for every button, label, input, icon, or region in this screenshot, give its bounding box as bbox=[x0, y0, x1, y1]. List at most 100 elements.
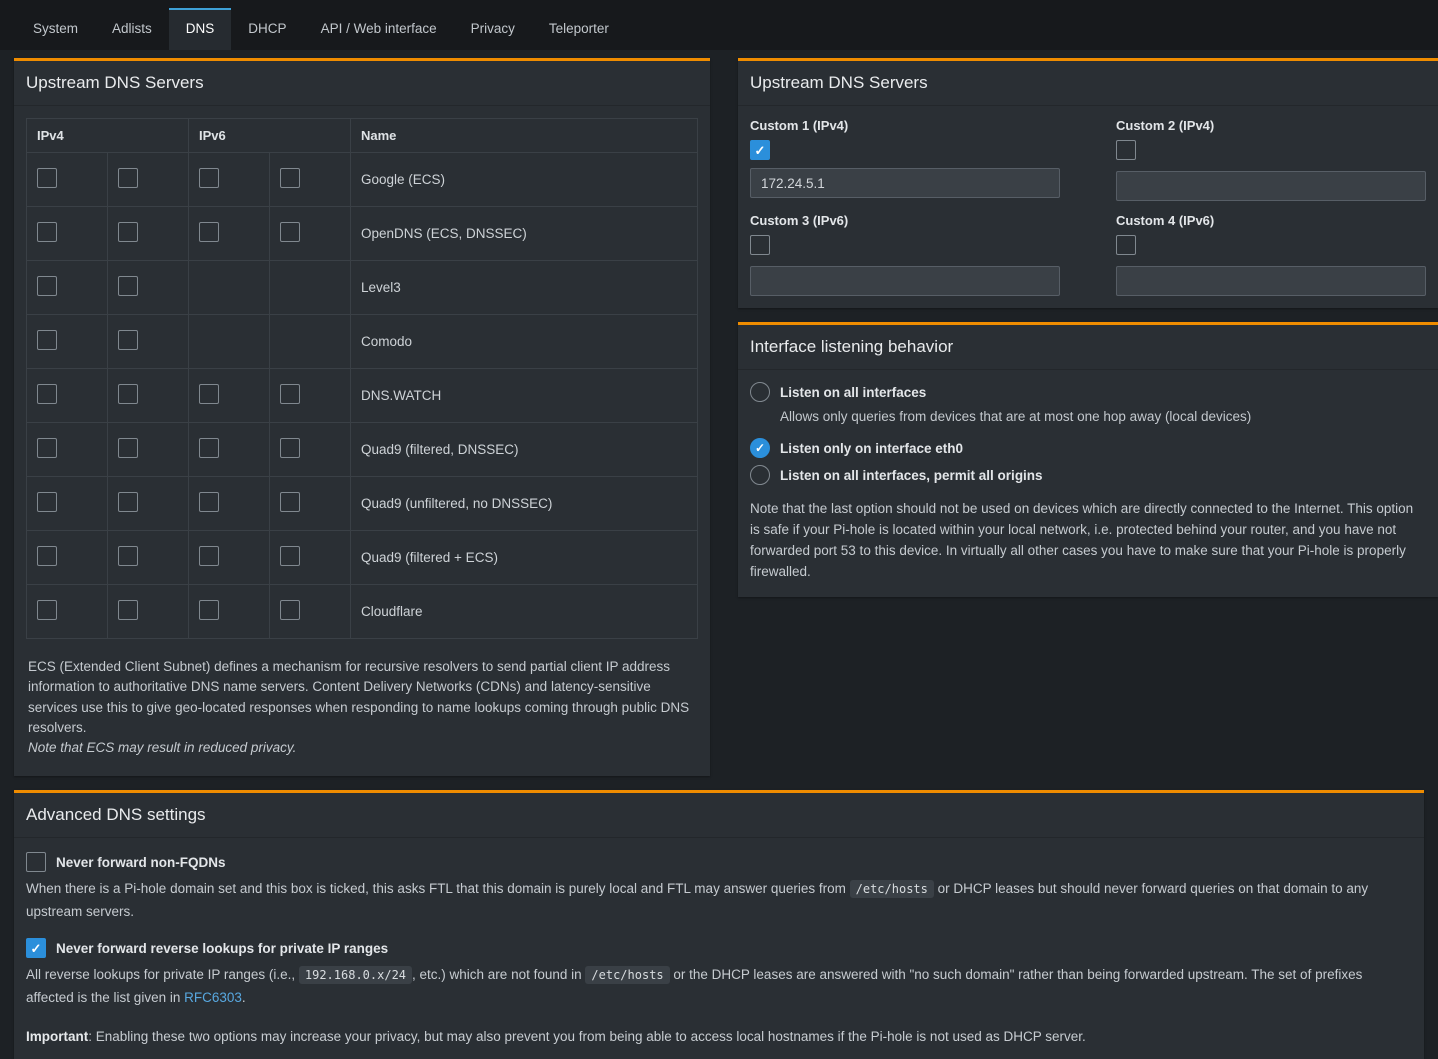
tab-dns[interactable]: DNS bbox=[169, 8, 232, 50]
etc-hosts-code: /etc/hosts bbox=[850, 880, 934, 898]
dns-checkbox-cell bbox=[270, 261, 351, 315]
tab-teleporter[interactable]: Teleporter bbox=[532, 8, 626, 50]
listening-option-3: Listen on all interfaces, permit all ori… bbox=[750, 465, 1426, 485]
dns-checkbox-cell bbox=[108, 153, 189, 207]
tab-system[interactable]: System bbox=[16, 8, 95, 50]
dns-server-checkbox[interactable] bbox=[199, 438, 219, 458]
custom-dns-checkbox[interactable] bbox=[750, 140, 770, 160]
upstream-dns-row: Quad9 (unfiltered, no DNSSEC) bbox=[27, 477, 698, 531]
dns-server-checkbox[interactable] bbox=[37, 222, 57, 242]
dns-server-checkbox[interactable] bbox=[37, 438, 57, 458]
panel-title: Upstream DNS Servers bbox=[750, 73, 1426, 93]
dns-checkbox-cell bbox=[108, 207, 189, 261]
listening-option-label: Listen on all interfaces bbox=[780, 385, 926, 400]
dns-checkbox-cell bbox=[27, 423, 108, 477]
tab-privacy[interactable]: Privacy bbox=[454, 8, 532, 50]
dns-server-name: Quad9 (filtered, DNSSEC) bbox=[351, 423, 698, 477]
dns-server-checkbox[interactable] bbox=[37, 276, 57, 296]
dns-checkbox-cell bbox=[108, 423, 189, 477]
custom-dns-checkbox[interactable] bbox=[750, 235, 770, 255]
custom-dns-checkbox[interactable] bbox=[1116, 235, 1136, 255]
dns-server-checkbox[interactable] bbox=[118, 384, 138, 404]
dns-server-checkbox[interactable] bbox=[199, 384, 219, 404]
dns-server-name: Quad9 (unfiltered, no DNSSEC) bbox=[351, 477, 698, 531]
dns-server-name: Comodo bbox=[351, 315, 698, 369]
dns-server-checkbox[interactable] bbox=[199, 222, 219, 242]
settings-content: Upstream DNS Servers IPv4 IPv6 Name bbox=[0, 50, 1438, 1059]
custom-dns-panel: Upstream DNS Servers Custom 1 (IPv4) Cust… bbox=[738, 58, 1438, 308]
dns-checkbox-cell bbox=[189, 477, 270, 531]
custom-dns-input[interactable] bbox=[1116, 266, 1426, 296]
dns-server-checkbox[interactable] bbox=[37, 330, 57, 350]
panel-title: Advanced DNS settings bbox=[26, 805, 1412, 825]
tab-adlists[interactable]: Adlists bbox=[95, 8, 169, 50]
dns-checkbox-cell bbox=[108, 531, 189, 585]
dns-server-checkbox[interactable] bbox=[280, 222, 300, 242]
dns-server-checkbox[interactable] bbox=[199, 168, 219, 188]
upstream-dns-table-panel: Upstream DNS Servers IPv4 IPv6 Name bbox=[14, 58, 710, 776]
panel-title: Upstream DNS Servers bbox=[26, 73, 698, 93]
dns-server-checkbox[interactable] bbox=[199, 600, 219, 620]
dns-server-checkbox[interactable] bbox=[199, 546, 219, 566]
dns-checkbox-cell bbox=[27, 207, 108, 261]
upstream-table-body: Google (ECS)OpenDNS (ECS, DNSSEC)Level3C… bbox=[27, 153, 698, 639]
tab-dhcp[interactable]: DHCP bbox=[231, 8, 303, 50]
dns-server-checkbox[interactable] bbox=[37, 492, 57, 512]
dns-server-checkbox[interactable] bbox=[37, 600, 57, 620]
upstream-dns-row: Comodo bbox=[27, 315, 698, 369]
dns-server-checkbox[interactable] bbox=[118, 276, 138, 296]
dns-server-checkbox[interactable] bbox=[118, 330, 138, 350]
dns-checkbox-cell bbox=[270, 315, 351, 369]
dns-server-checkbox[interactable] bbox=[280, 600, 300, 620]
listening-radio[interactable] bbox=[750, 382, 770, 402]
custom-dns-input[interactable] bbox=[750, 266, 1060, 296]
interface-listening-panel: Interface listening behavior Listen on a… bbox=[738, 322, 1438, 597]
tab-api-web-interface[interactable]: API / Web interface bbox=[304, 8, 454, 50]
listening-radio[interactable] bbox=[750, 465, 770, 485]
column-header-ipv4: IPv4 bbox=[27, 119, 189, 153]
listening-option-label: Listen on all interfaces, permit all ori… bbox=[780, 468, 1043, 483]
never-forward-private-label: Never forward reverse lookups for privat… bbox=[56, 941, 388, 956]
never-forward-private-checkbox[interactable] bbox=[26, 938, 46, 958]
dns-server-checkbox[interactable] bbox=[118, 222, 138, 242]
never-forward-private-option: Never forward reverse lookups for privat… bbox=[26, 938, 1412, 958]
custom-dns-checkbox[interactable] bbox=[1116, 140, 1136, 160]
dns-server-checkbox[interactable] bbox=[280, 546, 300, 566]
dns-server-checkbox[interactable] bbox=[118, 546, 138, 566]
upstream-dns-table: IPv4 IPv6 Name Google (ECS)OpenDNS (ECS,… bbox=[26, 118, 698, 639]
custom-dns-input[interactable] bbox=[750, 168, 1060, 198]
listening-option-label: Listen only on interface eth0 bbox=[780, 441, 963, 456]
custom-dns-input[interactable] bbox=[1116, 171, 1426, 201]
description-text: When there is a Pi-hole domain set and t… bbox=[26, 881, 850, 896]
important-text: : Enabling these two options may increas… bbox=[88, 1029, 1086, 1044]
custom-dns-field-4: Custom 4 (IPv6) bbox=[1116, 213, 1426, 296]
upstream-dns-row: OpenDNS (ECS, DNSSEC) bbox=[27, 207, 698, 261]
listening-radio[interactable] bbox=[750, 438, 770, 458]
dns-server-checkbox[interactable] bbox=[118, 438, 138, 458]
dns-checkbox-cell bbox=[108, 585, 189, 639]
dns-server-checkbox[interactable] bbox=[118, 600, 138, 620]
dns-checkbox-cell bbox=[270, 207, 351, 261]
rfc6303-link[interactable]: RFC6303 bbox=[184, 990, 242, 1005]
custom-dns-label: Custom 4 (IPv6) bbox=[1116, 213, 1426, 228]
dns-checkbox-cell bbox=[270, 153, 351, 207]
dns-server-checkbox[interactable] bbox=[280, 384, 300, 404]
dns-checkbox-cell bbox=[189, 153, 270, 207]
dns-server-checkbox[interactable] bbox=[199, 492, 219, 512]
dns-server-checkbox[interactable] bbox=[118, 168, 138, 188]
dns-server-checkbox[interactable] bbox=[37, 384, 57, 404]
dns-server-checkbox[interactable] bbox=[118, 492, 138, 512]
dns-server-checkbox[interactable] bbox=[280, 492, 300, 512]
dns-server-checkbox[interactable] bbox=[37, 168, 57, 188]
custom-dns-checkbox-row bbox=[1116, 140, 1426, 163]
dns-server-checkbox[interactable] bbox=[280, 438, 300, 458]
dns-checkbox-cell bbox=[27, 585, 108, 639]
custom-dns-label: Custom 1 (IPv4) bbox=[750, 118, 1060, 133]
never-forward-non-fqdn-checkbox[interactable] bbox=[26, 852, 46, 872]
dns-server-checkbox[interactable] bbox=[280, 168, 300, 188]
dns-checkbox-cell bbox=[27, 261, 108, 315]
upstream-dns-row: Quad9 (filtered, DNSSEC) bbox=[27, 423, 698, 477]
dns-server-checkbox[interactable] bbox=[37, 546, 57, 566]
important-label: Important bbox=[26, 1029, 88, 1044]
never-forward-non-fqdn-option: Never forward non-FQDNs bbox=[26, 852, 1412, 872]
